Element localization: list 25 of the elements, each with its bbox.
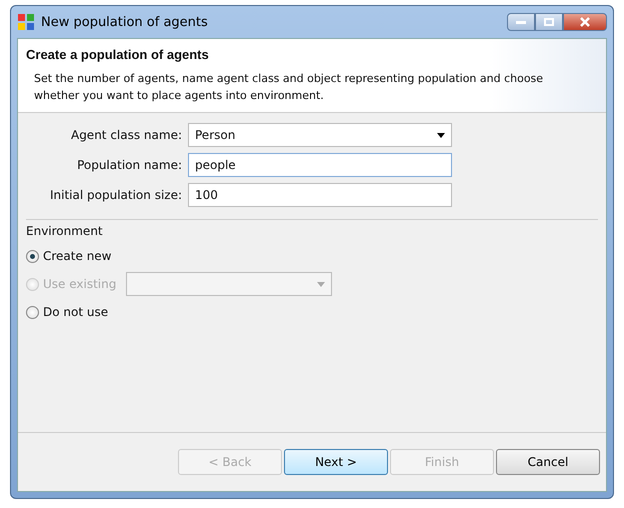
minimize-button[interactable] (507, 13, 535, 31)
page-description: Set the number of agents, name agent class and object representing population and choose whether you want to place agents into environment. (33, 71, 544, 104)
dropdown-arrow-icon (437, 132, 445, 138)
field-label: Population name: (76, 158, 182, 172)
class-combo-box[interactable]: Person (188, 123, 452, 147)
app-icon (17, 13, 35, 31)
minimize-icon (516, 20, 526, 24)
field-label: Agent class name: (70, 128, 182, 142)
dialog-button[interactable]: Cancel (496, 449, 600, 475)
close-icon (580, 17, 590, 27)
close-button[interactable] (563, 13, 607, 31)
maximize-button[interactable] (535, 13, 563, 31)
maximize-icon (544, 18, 554, 26)
radio-button[interactable] (26, 250, 39, 262)
radio-label[interactable]: Do not use (43, 305, 108, 319)
dropdown-arrow-icon (317, 282, 326, 286)
page-title: Create a population of agents (26, 47, 210, 62)
input-field[interactable]: people (188, 153, 452, 177)
section-label: Environment (26, 224, 104, 238)
radio-button[interactable] (26, 306, 39, 318)
field-label: Initial population size: (49, 188, 182, 202)
input-field[interactable]: 100 (188, 183, 452, 207)
dialog-button[interactable]: Next > (284, 449, 388, 475)
radio-label[interactable]: Create new (43, 249, 112, 263)
window-title: New population of agents (41, 14, 209, 30)
